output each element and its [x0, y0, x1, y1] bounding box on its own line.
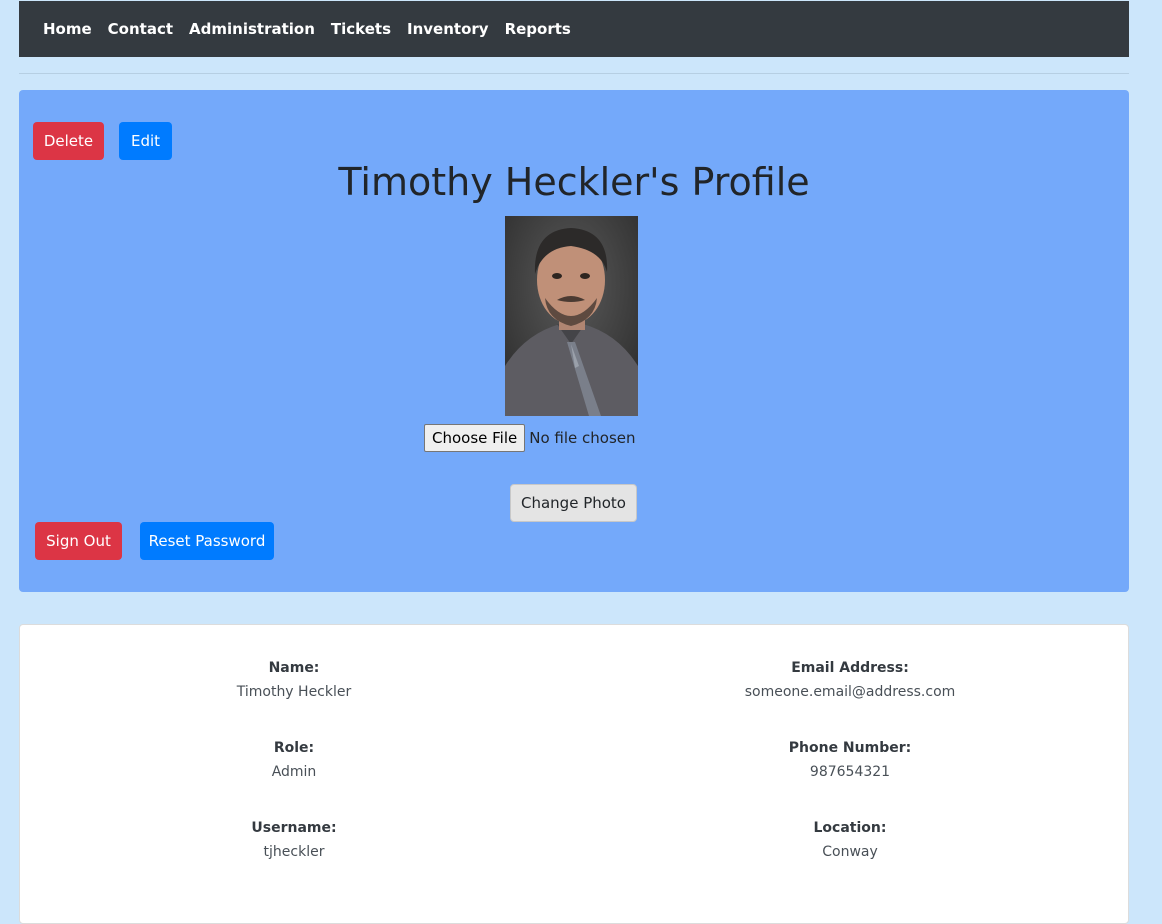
sign-out-button[interactable]: Sign Out: [35, 522, 122, 560]
nav-link-home[interactable]: Home: [43, 20, 92, 38]
profile-panel: Delete Edit Timothy Heckler's Profile Ch…: [19, 90, 1129, 592]
divider: [19, 73, 1129, 74]
nav-link-contact[interactable]: Contact: [108, 20, 173, 38]
email-label: Email Address:: [791, 660, 909, 676]
nav-link-administration[interactable]: Administration: [189, 20, 315, 38]
name-value: Timothy Heckler: [236, 684, 352, 700]
role-value: Admin: [271, 764, 317, 780]
file-upload: Choose File No file chosen: [424, 423, 636, 452]
phone-label: Phone Number:: [788, 740, 912, 756]
choose-file-button[interactable]: Choose File: [424, 423, 526, 452]
person-portrait-icon: [505, 216, 638, 416]
username-field: Username: tjheckler: [144, 816, 444, 864]
role-label: Role:: [273, 740, 315, 756]
delete-button[interactable]: Delete: [33, 122, 104, 160]
reset-password-button[interactable]: Reset Password: [140, 522, 274, 560]
profile-photo: [505, 216, 638, 416]
nav-link-inventory[interactable]: Inventory: [407, 20, 489, 38]
name-field: Name: Timothy Heckler: [144, 656, 444, 704]
location-field: Location: Conway: [700, 816, 1000, 864]
location-value: Conway: [822, 844, 878, 860]
edit-button[interactable]: Edit: [119, 122, 172, 160]
role-field: Role: Admin: [144, 736, 444, 784]
username-value: tjheckler: [263, 844, 325, 860]
profile-details-card: Name: Timothy Heckler Email Address: som…: [19, 624, 1129, 924]
top-navbar: Home Contact Administration Tickets Inve…: [19, 1, 1129, 57]
file-status-text: No file chosen: [529, 428, 636, 447]
nav-link-reports[interactable]: Reports: [505, 20, 571, 38]
email-value: someone.email@address.com: [744, 684, 956, 700]
nav-link-tickets[interactable]: Tickets: [331, 20, 391, 38]
phone-field: Phone Number: 987654321: [700, 736, 1000, 784]
username-label: Username:: [251, 820, 337, 836]
page-title: Timothy Heckler's Profile: [338, 160, 810, 204]
change-photo-button[interactable]: Change Photo: [510, 484, 637, 522]
location-label: Location:: [813, 820, 887, 836]
phone-value: 987654321: [809, 764, 891, 780]
email-field: Email Address: someone.email@address.com: [700, 656, 1000, 704]
name-label: Name:: [268, 660, 320, 676]
